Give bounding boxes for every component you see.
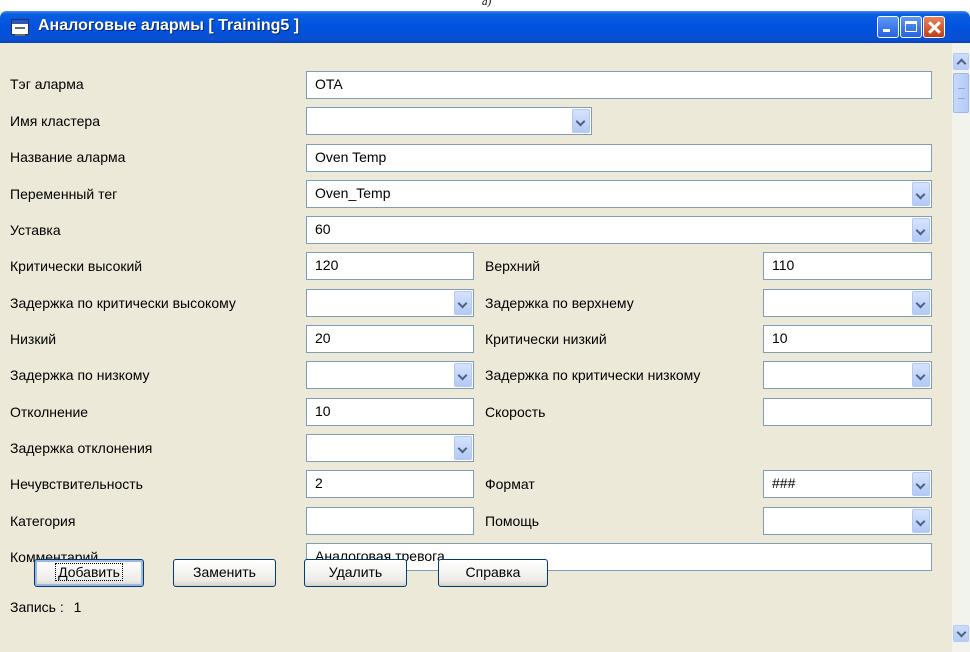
help-button[interactable]: Справка <box>438 559 548 587</box>
high-field[interactable]: 110 <box>763 252 932 280</box>
deadband-field[interactable]: 2 <box>306 470 474 498</box>
window-title: Аналоговые алармы [ Training5 ] <box>38 17 300 34</box>
format-value: ### <box>772 475 796 491</box>
cluster-name-label: Имя кластера <box>10 113 101 129</box>
record-number: 1 <box>73 599 82 615</box>
delete-button[interactable]: Удалить <box>304 559 407 587</box>
replace-button[interactable]: Заменить <box>173 559 276 587</box>
scroll-up-icon[interactable] <box>953 53 969 70</box>
chevron-down-icon[interactable] <box>912 472 930 496</box>
setpoint-select[interactable]: 60 <box>306 216 932 244</box>
chevron-down-icon[interactable] <box>912 363 930 387</box>
add-button-label: Добавить <box>55 563 123 581</box>
low-low-delay-select[interactable] <box>763 361 932 389</box>
low-delay-label: Задержка по низкому <box>10 367 150 383</box>
chevron-down-icon[interactable] <box>454 291 472 315</box>
chevron-down-icon[interactable] <box>454 363 472 387</box>
replace-button-label: Заменить <box>193 564 256 580</box>
chevron-down-icon[interactable] <box>912 509 930 533</box>
low-label: Низкий <box>10 331 57 347</box>
high-label: Верхний <box>485 258 541 274</box>
alarm-tag-label: Тэг аларма <box>10 76 84 92</box>
figure-letter: а) <box>482 0 492 8</box>
title-bar[interactable]: Аналоговые алармы [ Training5 ] <box>0 11 970 43</box>
chevron-down-icon[interactable] <box>912 182 930 206</box>
deadband-label: Нечувствительность <box>10 476 143 492</box>
low-low-delay-label: Задержка по критически низкому <box>485 367 701 383</box>
rate-label: Скорость <box>485 404 546 420</box>
chevron-down-icon[interactable] <box>912 291 930 315</box>
analog-alarms-window: Аналоговые алармы [ Training5 ] Тэг алар… <box>0 11 970 652</box>
high-high-label: Критически высокий <box>10 258 143 274</box>
low-low-label: Критически низкий <box>485 331 607 347</box>
format-select[interactable]: ### <box>763 470 932 498</box>
high-high-field[interactable]: 120 <box>306 252 474 280</box>
variable-tag-label: Переменный тег <box>10 186 118 202</box>
close-icon[interactable] <box>923 16 945 38</box>
high-high-delay-label: Задержка по критически высокому <box>10 295 236 311</box>
category-label: Категория <box>10 513 76 529</box>
rate-field[interactable] <box>763 398 932 426</box>
format-label: Формат <box>485 476 535 492</box>
deviation-field[interactable]: 10 <box>306 398 474 426</box>
add-button[interactable]: Добавить <box>34 559 144 587</box>
setpoint-label: Уставка <box>10 222 61 238</box>
cluster-name-select[interactable] <box>306 107 592 135</box>
minimize-icon[interactable] <box>877 16 899 38</box>
maximize-icon[interactable] <box>900 16 922 38</box>
low-field[interactable]: 20 <box>306 325 474 353</box>
alarm-name-label: Название аларма <box>10 149 126 165</box>
scroll-down-icon[interactable] <box>953 625 969 642</box>
low-low-field[interactable]: 10 <box>763 325 932 353</box>
high-delay-select[interactable] <box>763 289 932 317</box>
deviation-delay-select[interactable] <box>306 434 474 462</box>
chevron-down-icon[interactable] <box>572 109 590 133</box>
vertical-scrollbar[interactable] <box>952 43 970 652</box>
high-high-delay-select[interactable] <box>306 289 474 317</box>
category-field[interactable] <box>306 507 474 535</box>
scroll-thumb[interactable] <box>953 73 969 113</box>
low-delay-select[interactable] <box>306 361 474 389</box>
delete-button-label: Удалить <box>328 564 383 580</box>
help-label: Помощь <box>485 513 540 529</box>
setpoint-value: 60 <box>315 221 331 237</box>
variable-tag-value: Oven_Temp <box>315 185 391 201</box>
alarm-tag-field[interactable]: OTA <box>306 71 932 99</box>
deviation-delay-label: Задержка отклонения <box>10 440 153 456</box>
help-button-label: Справка <box>465 564 521 580</box>
chevron-down-icon[interactable] <box>912 218 930 242</box>
record-label: Запись : <box>10 599 64 615</box>
chevron-down-icon[interactable] <box>454 436 472 460</box>
high-delay-label: Задержка по верхнему <box>485 295 634 311</box>
record-indicator: Запись : 1 <box>10 599 81 615</box>
deviation-label: Отколнение <box>10 404 89 420</box>
alarm-name-field[interactable]: Oven Temp <box>306 144 932 172</box>
help-select[interactable] <box>763 507 932 535</box>
variable-tag-select[interactable]: Oven_Temp <box>306 180 932 208</box>
form-window-icon[interactable] <box>11 19 29 36</box>
